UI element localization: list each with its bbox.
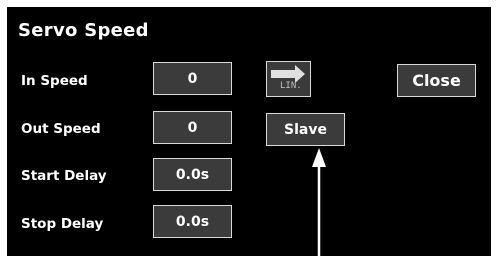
servo-speed-screen: Servo Speed In Speed 0 Out Speed 0 Start… — [7, 7, 491, 256]
callout-arrow — [312, 148, 326, 256]
